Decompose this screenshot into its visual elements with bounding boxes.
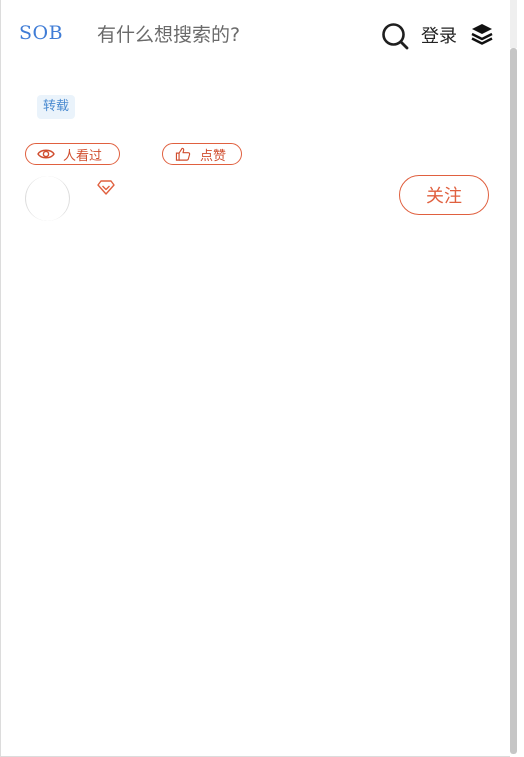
author-avatar[interactable] [25, 176, 70, 221]
top-navigation-bar: SOB 登录 [1, 0, 511, 72]
views-badge: 人看过 [25, 143, 120, 165]
site-logo[interactable]: SOB [19, 22, 63, 44]
follow-button[interactable]: 关注 [399, 175, 489, 215]
vip-diamond-icon [97, 180, 115, 195]
eye-icon [37, 149, 55, 159]
scrollbar[interactable] [510, 0, 522, 757]
scrollbar-track-top [510, 0, 517, 48]
like-label: 点赞 [200, 148, 227, 164]
layers-icon[interactable] [470, 22, 494, 46]
article-type-tag: 转载 [37, 95, 76, 119]
like-button[interactable]: 点赞 [162, 143, 242, 165]
views-label: 人看过 [63, 148, 103, 164]
thumbs-up-icon [175, 147, 191, 161]
scrollbar-thumb[interactable] [510, 48, 517, 754]
search-input[interactable] [91, 20, 373, 50]
login-link[interactable]: 登录 [421, 22, 457, 48]
search-icon[interactable] [381, 22, 409, 50]
page-frame: SOB 登录 转载 人看过 点赞 关注 [0, 0, 510, 757]
